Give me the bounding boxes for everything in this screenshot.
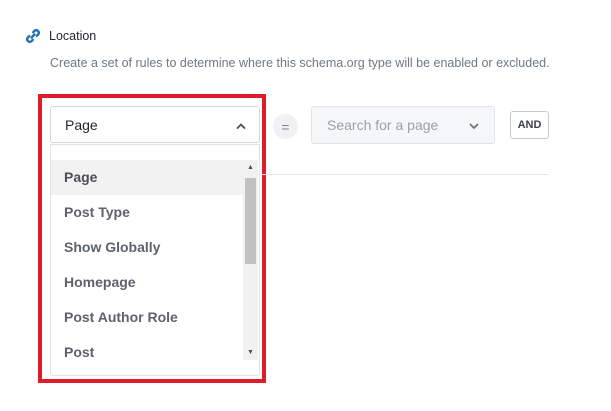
and-button[interactable]: AND	[510, 111, 549, 139]
page-search-select[interactable]: Search for a page	[311, 106, 495, 144]
rule-divider	[262, 174, 549, 175]
location-header: Location	[24, 27, 96, 45]
chevron-down-icon	[468, 119, 480, 131]
highlight-frame	[38, 94, 266, 383]
location-description: Create a set of rules to determine where…	[50, 56, 550, 70]
schema-location-rules: Location Create a set of rules to determ…	[0, 0, 611, 411]
location-title: Location	[49, 29, 97, 43]
equals-operator-badge: =	[273, 114, 298, 139]
page-search-placeholder: Search for a page	[327, 117, 439, 133]
link-icon	[24, 27, 42, 45]
